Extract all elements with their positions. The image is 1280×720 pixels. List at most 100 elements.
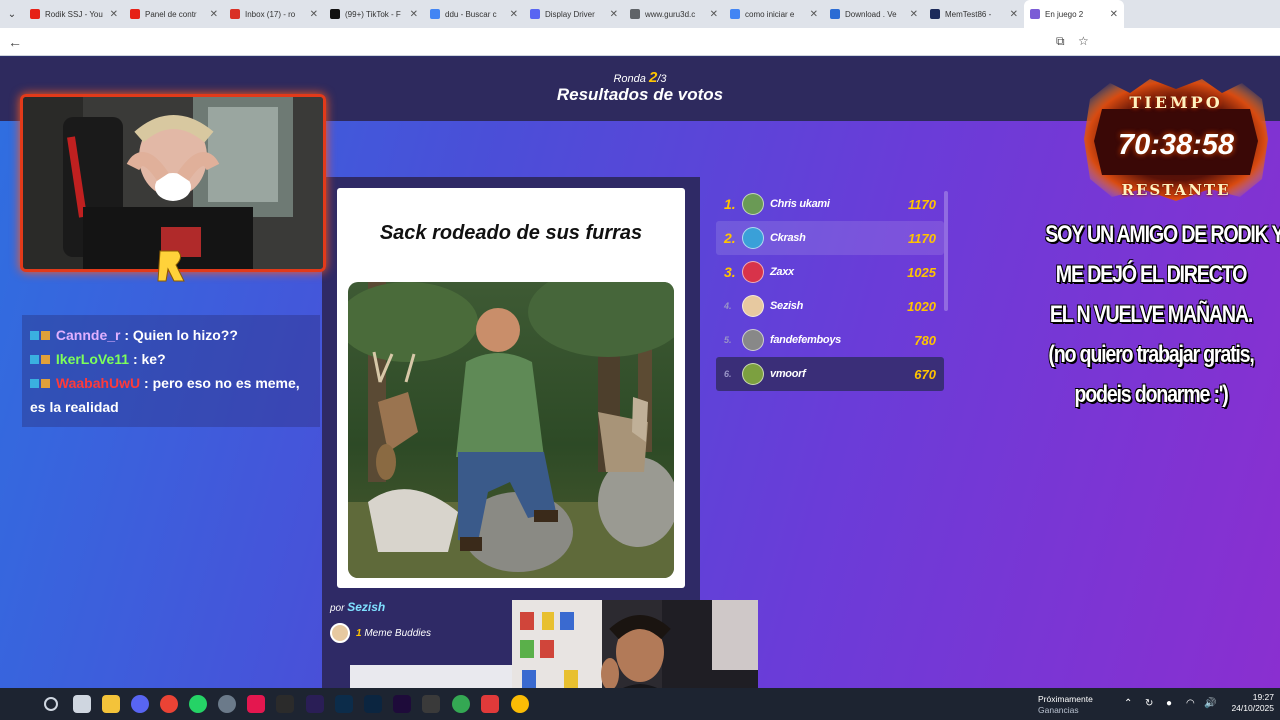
system-clock[interactable]: 19:27 24/10/2025 bbox=[1222, 692, 1274, 714]
recorder-icon[interactable] bbox=[481, 695, 499, 713]
tab-favicon-icon bbox=[1030, 9, 1040, 19]
tab-close-icon[interactable]: ✕ bbox=[710, 9, 718, 20]
badge-icon bbox=[41, 379, 50, 388]
leaderboard-row[interactable]: 6. vmoorf 670 bbox=[716, 357, 944, 391]
player-name: Sezish bbox=[770, 300, 804, 312]
cast-icon[interactable]: ⧉ bbox=[1056, 34, 1065, 49]
leaderboard-row[interactable]: 4. Sezish 1020 bbox=[716, 289, 944, 323]
lightroom-icon[interactable] bbox=[335, 695, 353, 713]
tab-favicon-icon bbox=[130, 9, 140, 19]
chrome-alt-icon[interactable] bbox=[452, 695, 470, 713]
guest-webcam bbox=[512, 600, 758, 688]
browser-tab[interactable]: Display Driver ✕ bbox=[524, 0, 624, 28]
chrome-active-icon[interactable] bbox=[511, 695, 529, 713]
browser-tab[interactable]: como iniciar e ✕ bbox=[724, 0, 824, 28]
player-name: Ckrash bbox=[770, 232, 806, 244]
player-rank: 2. bbox=[724, 230, 736, 246]
tab-close-icon[interactable]: ✕ bbox=[1110, 9, 1118, 20]
tab-favicon-icon bbox=[730, 9, 740, 19]
player-points: 1025 bbox=[907, 264, 936, 280]
browser-tab[interactable]: ddu - Buscar c ✕ bbox=[424, 0, 524, 28]
back-arrow-icon[interactable]: ← bbox=[8, 34, 22, 50]
meme-card: Sack rodeado de sus furras bbox=[337, 188, 685, 588]
player-points: 1170 bbox=[908, 230, 936, 246]
meme-buddies: 1 Meme Buddies bbox=[330, 623, 431, 643]
chrome-icon[interactable] bbox=[160, 695, 178, 713]
tab-label: Rodik SSJ - You bbox=[45, 9, 103, 19]
whatsapp-icon[interactable] bbox=[189, 695, 207, 713]
browser-tab[interactable]: Download . Ve ✕ bbox=[824, 0, 924, 28]
chat-username[interactable]: WaabahUwU bbox=[56, 375, 140, 391]
tab-close-icon[interactable]: ✕ bbox=[210, 9, 218, 20]
tab-favicon-icon bbox=[30, 9, 40, 19]
tab-search-chevron-icon[interactable]: ⌄ bbox=[0, 0, 24, 28]
stream-overlay-message: SOY UN AMIGO DE RODIK Y ME DEJÓ EL DIRECT… bbox=[1045, 215, 1280, 415]
browser-tab[interactable]: (99+) TikTok - F ✕ bbox=[324, 0, 424, 28]
audition-icon[interactable] bbox=[306, 695, 324, 713]
leaderboard-row[interactable]: 5. fandefemboys 780 bbox=[716, 323, 944, 357]
tiktok-icon[interactable] bbox=[247, 695, 265, 713]
timer-value: 70:38:58 bbox=[1117, 129, 1235, 161]
tab-close-icon[interactable]: ✕ bbox=[610, 9, 618, 20]
wifi-icon[interactable]: ◠ bbox=[1186, 698, 1195, 709]
clock-time: 19:27 bbox=[1252, 692, 1274, 702]
leaderboard-scrollbar[interactable] bbox=[944, 191, 948, 311]
meme-author-line: por Sezish bbox=[330, 600, 385, 614]
bookmark-star-icon[interactable]: ☆ bbox=[1078, 34, 1089, 48]
browser-tab[interactable]: Inbox (17) - ro ✕ bbox=[224, 0, 324, 28]
browser-tab[interactable]: MemTest86 - ✕ bbox=[924, 0, 1024, 28]
tab-close-icon[interactable]: ✕ bbox=[110, 9, 118, 20]
tab-favicon-icon bbox=[630, 9, 640, 19]
tab-close-icon[interactable]: ✕ bbox=[410, 9, 418, 20]
streamer-webcam bbox=[20, 94, 326, 272]
overlay-line: EL N VUELVE MAÑANA. bbox=[1049, 301, 1253, 328]
mic-icon[interactable]: ● bbox=[1166, 698, 1172, 709]
leaderboard-row[interactable]: 3. Zaxx 1025 bbox=[716, 255, 944, 289]
countdown-timer: TIEMPO 70:38:58 RESTANTE bbox=[1080, 79, 1272, 201]
player-name: Zaxx bbox=[770, 266, 794, 278]
leaderboard-row[interactable]: 2. Ckrash 1170 bbox=[716, 221, 944, 255]
timer-sublabel: RESTANTE bbox=[1121, 181, 1231, 199]
file-explorer-icon[interactable] bbox=[102, 695, 120, 713]
tab-label: En juego 2 bbox=[1045, 9, 1084, 19]
browser-tab[interactable]: En juego 2 ✕ bbox=[1024, 0, 1124, 28]
player-name: fandefemboys bbox=[770, 334, 841, 346]
badge-icon bbox=[41, 355, 50, 364]
tray-chevron-icon[interactable]: ⌃ bbox=[1124, 698, 1132, 709]
browser-tab[interactable]: www.guru3d.c ✕ bbox=[624, 0, 724, 28]
terminal-icon[interactable] bbox=[422, 695, 440, 713]
browser-tab[interactable]: Panel de contr ✕ bbox=[124, 0, 224, 28]
tab-close-icon[interactable]: ✕ bbox=[810, 9, 818, 20]
app-icon[interactable] bbox=[276, 695, 294, 713]
premiere-icon[interactable] bbox=[393, 695, 411, 713]
player-points: 1170 bbox=[908, 196, 936, 212]
browser-tab[interactable]: Rodik SSJ - You ✕ bbox=[24, 0, 124, 28]
discord-icon[interactable] bbox=[131, 695, 149, 713]
round-total: /3 bbox=[657, 73, 667, 85]
tab-close-icon[interactable]: ✕ bbox=[1010, 9, 1018, 20]
player-rank: 1. bbox=[724, 196, 736, 212]
volume-icon[interactable]: 🔊 bbox=[1204, 698, 1216, 709]
tab-close-icon[interactable]: ✕ bbox=[310, 9, 318, 20]
tab-favicon-icon bbox=[330, 9, 340, 19]
player-points: 780 bbox=[914, 332, 936, 348]
sync-icon[interactable]: ↻ bbox=[1145, 698, 1153, 709]
tab-label: MemTest86 - bbox=[945, 9, 992, 19]
tab-close-icon[interactable]: ✕ bbox=[910, 9, 918, 20]
search-icon[interactable] bbox=[44, 697, 58, 711]
obs-icon[interactable] bbox=[218, 695, 236, 713]
chat-separator: : bbox=[129, 351, 142, 367]
tab-close-icon[interactable]: ✕ bbox=[510, 9, 518, 20]
leaderboard-row[interactable]: 1. Chris ukami 1170 bbox=[716, 187, 944, 221]
photoshop-icon[interactable] bbox=[364, 695, 382, 713]
tab-favicon-icon bbox=[930, 9, 940, 19]
taskbar-notification[interactable]: Próximamente Ganancias bbox=[1020, 692, 1140, 718]
task-view-icon[interactable] bbox=[73, 695, 91, 713]
tab-label: (99+) TikTok - F bbox=[345, 9, 401, 19]
tab-favicon-icon bbox=[830, 9, 840, 19]
chat-username[interactable]: Cannde_r bbox=[56, 327, 121, 343]
chat-username[interactable]: IkerLoVe11 bbox=[56, 351, 129, 367]
stream-chat: Cannde_r : Quien lo hizo?? IkerLoVe11 : … bbox=[22, 315, 320, 427]
player-points: 670 bbox=[914, 366, 936, 382]
tab-label: www.guru3d.c bbox=[645, 9, 696, 19]
